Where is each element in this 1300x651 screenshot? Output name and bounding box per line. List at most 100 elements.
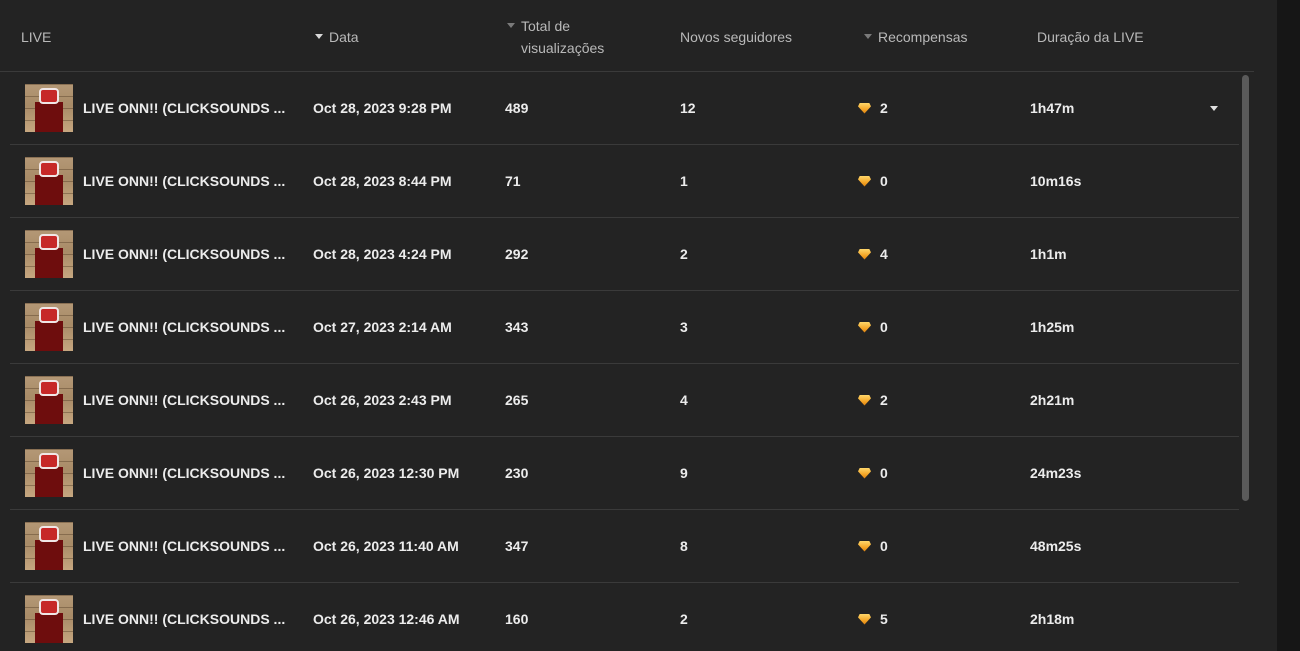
stream-rewards: 0 (858, 537, 888, 555)
live-sessions-table: LIVE ONN!! (CLICKSOUNDS ... Oct 28, 2023… (10, 72, 1239, 651)
stream-views: 71 (505, 173, 521, 189)
page-gutter (1277, 0, 1300, 651)
gem-icon (858, 394, 871, 406)
stream-views: 292 (505, 246, 529, 262)
gem-icon (858, 321, 871, 333)
stream-new-followers: 4 (680, 392, 688, 408)
column-header-views[interactable]: Total de visualizações (507, 15, 637, 59)
stream-duration: 10m16s (1030, 173, 1082, 189)
stream-duration: 2h21m (1030, 392, 1075, 408)
column-header-views-label: Total de visualizações (521, 15, 604, 59)
thumbnail-character-head (39, 161, 59, 177)
column-header-live[interactable]: LIVE (21, 26, 51, 48)
table-row[interactable]: LIVE ONN!! (CLICKSOUNDS ... Oct 26, 2023… (10, 583, 1239, 651)
stream-title: LIVE ONN!! (CLICKSOUNDS ... (83, 246, 286, 262)
table-row[interactable]: LIVE ONN!! (CLICKSOUNDS ... Oct 28, 2023… (10, 218, 1239, 291)
stream-title: LIVE ONN!! (CLICKSOUNDS ... (83, 465, 286, 481)
stream-views: 347 (505, 538, 529, 554)
stream-rewards: 4 (858, 245, 888, 263)
column-header-live-label: LIVE (21, 29, 52, 45)
stream-duration: 2h18m (1030, 611, 1075, 627)
table-row[interactable]: LIVE ONN!! (CLICKSOUNDS ... Oct 28, 2023… (10, 72, 1239, 145)
stream-date: Oct 27, 2023 2:14 AM (313, 319, 452, 335)
stream-rewards-value: 2 (880, 392, 888, 408)
stream-views: 489 (505, 100, 529, 116)
stream-rewards: 0 (858, 464, 888, 482)
table-row[interactable]: LIVE ONN!! (CLICKSOUNDS ... Oct 26, 2023… (10, 364, 1239, 437)
stream-rewards-value: 2 (880, 100, 888, 116)
stream-date: Oct 28, 2023 8:44 PM (313, 173, 452, 189)
column-header-date[interactable]: Data (315, 26, 359, 48)
column-header-followers[interactable]: Novos seguidores (680, 26, 792, 48)
table-row[interactable]: LIVE ONN!! (CLICKSOUNDS ... Oct 26, 2023… (10, 437, 1239, 510)
stream-title: LIVE ONN!! (CLICKSOUNDS ... (83, 538, 286, 554)
stream-thumbnail (25, 449, 73, 497)
column-header-duration[interactable]: Duração da LIVE (1037, 26, 1144, 48)
thumbnail-character-body (35, 321, 63, 351)
caret-down-icon (315, 34, 323, 39)
table-row[interactable]: LIVE ONN!! (CLICKSOUNDS ... Oct 27, 2023… (10, 291, 1239, 364)
table-row[interactable]: LIVE ONN!! (CLICKSOUNDS ... Oct 28, 2023… (10, 145, 1239, 218)
gem-icon (858, 540, 871, 552)
stream-rewards-value: 5 (880, 611, 888, 627)
stream-rewards: 2 (858, 391, 888, 409)
stream-rewards: 2 (858, 99, 888, 117)
stream-rewards: 5 (858, 610, 888, 628)
thumbnail-character-body (35, 102, 63, 132)
stream-date: Oct 26, 2023 2:43 PM (313, 392, 452, 408)
stream-title: LIVE ONN!! (CLICKSOUNDS ... (83, 392, 286, 408)
stream-duration: 24m23s (1030, 465, 1082, 481)
table-header: LIVE Data Total de visualizações Novos s… (0, 0, 1254, 72)
stream-title: LIVE ONN!! (CLICKSOUNDS ... (83, 100, 286, 116)
stream-date: Oct 28, 2023 9:28 PM (313, 100, 452, 116)
column-header-followers-label: Novos seguidores (680, 29, 793, 45)
stream-new-followers: 8 (680, 538, 688, 554)
stream-rewards: 0 (858, 172, 888, 190)
column-header-duration-label: Duração da LIVE (1037, 29, 1144, 45)
stream-thumbnail (25, 376, 73, 424)
table-row[interactable]: LIVE ONN!! (CLICKSOUNDS ... Oct 26, 2023… (10, 510, 1239, 583)
thumbnail-character-head (39, 526, 59, 542)
stream-date: Oct 28, 2023 4:24 PM (313, 246, 452, 262)
column-header-rewards-label: Recompensas (878, 29, 968, 45)
stream-new-followers: 3 (680, 319, 688, 335)
stream-rewards: 0 (858, 318, 888, 336)
stream-rewards-value: 0 (880, 319, 888, 335)
stream-date: Oct 26, 2023 12:46 AM (313, 611, 460, 627)
stream-title: LIVE ONN!! (CLICKSOUNDS ... (83, 173, 286, 189)
stream-thumbnail (25, 230, 73, 278)
stream-views: 265 (505, 392, 529, 408)
stream-thumbnail (25, 303, 73, 351)
column-header-date-label: Data (329, 29, 359, 45)
stream-date: Oct 26, 2023 12:30 PM (313, 465, 460, 481)
stream-rewards-value: 0 (880, 173, 888, 189)
stream-thumbnail (25, 84, 73, 132)
column-header-rewards[interactable]: Recompensas (864, 26, 968, 48)
thumbnail-character-head (39, 88, 59, 104)
stream-new-followers: 2 (680, 611, 688, 627)
thumbnail-character-head (39, 234, 59, 250)
stream-new-followers: 2 (680, 246, 688, 262)
stream-views: 160 (505, 611, 529, 627)
stream-new-followers: 12 (680, 100, 696, 116)
gem-icon (858, 613, 871, 625)
gem-icon (858, 248, 871, 260)
thumbnail-character-body (35, 467, 63, 497)
stream-rewards-value: 0 (880, 538, 888, 554)
caret-down-icon (864, 34, 872, 39)
thumbnail-character-head (39, 453, 59, 469)
thumbnail-character-body (35, 175, 63, 205)
stream-views: 230 (505, 465, 529, 481)
stream-new-followers: 1 (680, 173, 688, 189)
stream-date: Oct 26, 2023 11:40 AM (313, 538, 459, 554)
stream-thumbnail (25, 595, 73, 643)
thumbnail-character-body (35, 248, 63, 278)
stream-duration: 1h25m (1030, 319, 1075, 335)
stream-title: LIVE ONN!! (CLICKSOUNDS ... (83, 611, 286, 627)
stream-duration: 1h1m (1030, 246, 1067, 262)
stream-duration: 1h47m (1030, 100, 1075, 116)
column-header-views-line1: Total de (521, 18, 571, 34)
gem-icon (858, 102, 871, 114)
vertical-scrollbar[interactable] (1242, 75, 1249, 501)
caret-down-icon[interactable] (1210, 106, 1218, 111)
